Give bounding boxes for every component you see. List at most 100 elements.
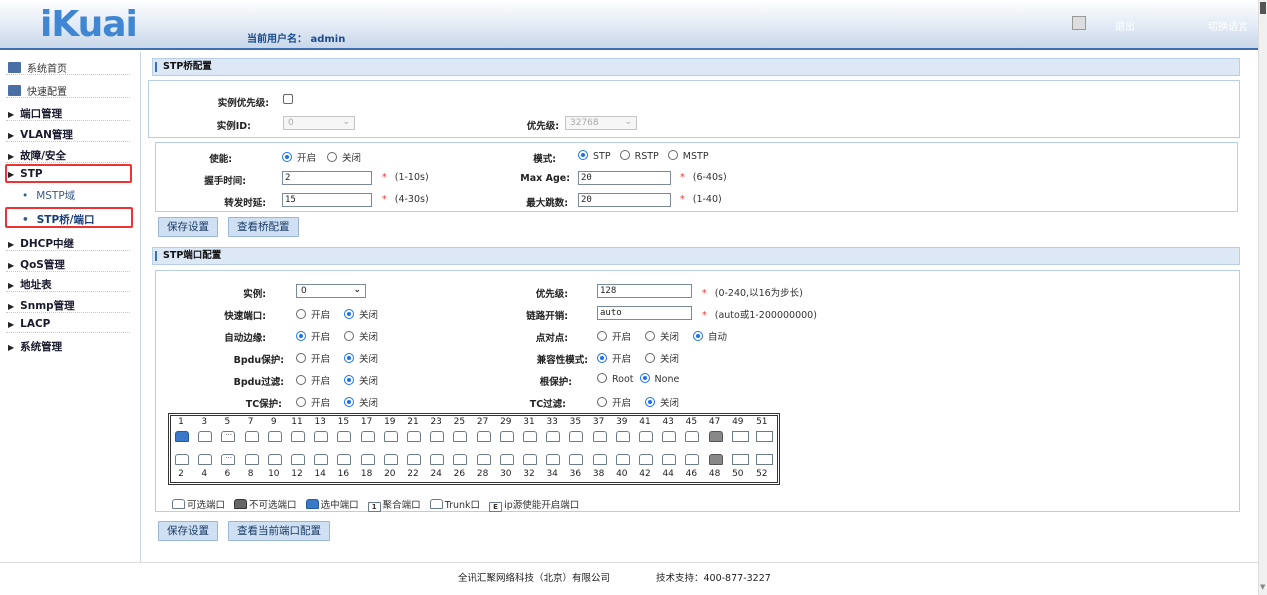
port-unselectable[interactable] (708, 431, 723, 442)
max-age-input[interactable]: 20 (578, 171, 671, 185)
port-selectable[interactable] (407, 431, 421, 442)
sidebar-item-fault-security[interactable]: 故障/安全 (8, 148, 66, 163)
auto-edge-off-radio[interactable]: 关闭 (344, 331, 378, 343)
bpdu-filter-on-radio[interactable]: 开启 (296, 375, 330, 387)
forward-delay-input[interactable]: 15 (282, 193, 372, 207)
port-selectable[interactable] (499, 454, 514, 465)
exit-link[interactable]: 退出 (1115, 18, 1135, 33)
instance-priority-checkbox[interactable] (283, 94, 293, 104)
p2p-off-radio[interactable]: 关闭 (645, 331, 679, 343)
scroll-down-arrow[interactable]: ▼ (1260, 583, 1265, 591)
port-selectable[interactable] (592, 454, 607, 465)
port-selectable[interactable] (592, 431, 607, 442)
port-selectable[interactable] (244, 454, 259, 465)
sidebar-item-lacp[interactable]: LACP (8, 318, 50, 330)
hello-time-input[interactable]: 2 (282, 171, 372, 185)
port-selectable[interactable] (198, 454, 213, 465)
port-selectable[interactable] (244, 431, 259, 442)
port-selectable[interactable] (314, 454, 329, 465)
switch-language-link[interactable]: 切换语言 (1208, 18, 1248, 33)
enable-on-radio[interactable]: 开启 (282, 152, 316, 164)
instance-select[interactable]: 0 ⌄ (296, 284, 366, 298)
view-port-config-button[interactable]: 查看当前端口配置 (228, 521, 330, 541)
port-unselectable[interactable] (708, 454, 723, 465)
port-priority-input[interactable]: 128 (597, 284, 692, 298)
fast-port-on-radio[interactable]: 开启 (296, 309, 330, 321)
port-selectable[interactable] (337, 431, 352, 442)
page-scrollbar[interactable]: ▼ (1258, 0, 1267, 595)
port-selectable[interactable] (267, 454, 282, 465)
port-fiber[interactable] (755, 431, 773, 442)
sidebar-item-home[interactable]: 系统首页 (8, 60, 67, 75)
tc-guard-off-radio[interactable]: 关闭 (344, 397, 378, 409)
sidebar-item-address-table[interactable]: 地址表 (8, 277, 52, 292)
port-selectable[interactable] (453, 454, 468, 465)
port-selectable[interactable] (476, 454, 491, 465)
port-fiber[interactable] (755, 454, 773, 465)
port-selectable[interactable] (639, 431, 653, 442)
port-selectable[interactable] (569, 431, 584, 442)
port-selectable[interactable] (685, 431, 700, 442)
port-selectable[interactable] (523, 454, 537, 465)
p2p-on-radio[interactable]: 开启 (597, 331, 631, 343)
port-selectable[interactable] (430, 454, 445, 465)
port-selectable[interactable] (360, 431, 375, 442)
root-guard-none-radio[interactable]: None (639, 373, 679, 385)
port-selectable[interactable] (615, 431, 630, 442)
port-selectable[interactable] (383, 454, 398, 465)
port-selectable[interactable] (198, 431, 213, 442)
port-selected[interactable] (175, 431, 189, 442)
priority-select[interactable]: 32768 ⌄ (565, 116, 637, 130)
port-selectable[interactable] (546, 454, 561, 465)
port-selectable[interactable] (639, 454, 653, 465)
sidebar-item-vlan[interactable]: VLAN管理 (8, 127, 73, 142)
port-selectable[interactable] (662, 431, 677, 442)
instance-id-select[interactable]: 0 ⌄ (283, 116, 355, 130)
port-selectable[interactable] (221, 429, 236, 442)
port-selectable[interactable] (314, 431, 329, 442)
exit-icon[interactable] (1072, 16, 1086, 30)
scroll-thumb[interactable] (1260, 2, 1266, 14)
port-selectable[interactable] (685, 454, 700, 465)
port-selectable[interactable] (291, 454, 305, 465)
port-selectable[interactable] (337, 454, 352, 465)
port-selectable[interactable] (175, 454, 189, 465)
bpdu-guard-off-radio[interactable]: 关闭 (344, 353, 378, 365)
compat-on-radio[interactable]: 开启 (597, 353, 631, 365)
port-selectable[interactable] (360, 454, 375, 465)
sidebar-item-system-mgmt[interactable]: 系统管理 (8, 339, 62, 354)
port-selectable[interactable] (267, 431, 282, 442)
port-selectable[interactable] (662, 454, 677, 465)
sidebar-item-snmp[interactable]: Snmp管理 (8, 298, 75, 313)
port-selectable[interactable] (499, 431, 514, 442)
mode-stp-radio[interactable]: STP (578, 150, 611, 162)
compat-off-radio[interactable]: 关闭 (645, 353, 679, 365)
port-selectable[interactable] (569, 454, 584, 465)
save-bridge-button[interactable]: 保存设置 (158, 217, 218, 237)
mode-mstp-radio[interactable]: MSTP (667, 150, 709, 162)
port-selectable[interactable] (407, 454, 421, 465)
fast-port-off-radio[interactable]: 关闭 (344, 309, 378, 321)
auto-edge-on-radio[interactable]: 开启 (296, 331, 330, 343)
port-selectable[interactable] (546, 431, 561, 442)
bpdu-filter-off-radio[interactable]: 关闭 (344, 375, 378, 387)
port-selectable[interactable] (221, 452, 236, 465)
sidebar-item-mstp-region[interactable]: MSTP域 (22, 188, 75, 203)
sidebar-item-qos[interactable]: QoS管理 (8, 257, 65, 272)
tc-guard-on-radio[interactable]: 开启 (296, 397, 330, 409)
max-hops-input[interactable]: 20 (578, 193, 671, 207)
port-selectable[interactable] (615, 454, 630, 465)
port-selectable[interactable] (291, 431, 305, 442)
p2p-auto-radio[interactable]: 自动 (693, 331, 727, 343)
link-cost-input[interactable]: auto (597, 306, 692, 320)
port-selectable[interactable] (430, 431, 445, 442)
port-fiber[interactable] (731, 454, 749, 465)
view-bridge-config-button[interactable]: 查看桥配置 (228, 217, 299, 237)
port-selectable[interactable] (453, 431, 468, 442)
port-fiber[interactable] (731, 431, 749, 442)
tc-filter-on-radio[interactable]: 开启 (597, 397, 631, 409)
bpdu-guard-on-radio[interactable]: 开启 (296, 353, 330, 365)
port-selectable[interactable] (476, 431, 491, 442)
save-port-button[interactable]: 保存设置 (158, 521, 218, 541)
root-guard-root-radio[interactable]: Root (597, 373, 634, 385)
